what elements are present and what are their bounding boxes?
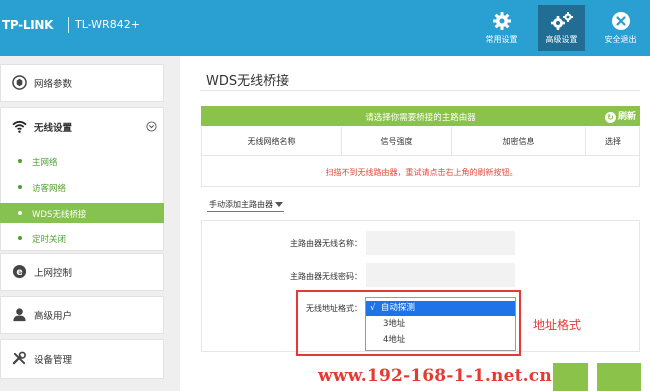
option-label: 自动探测 [380, 303, 415, 313]
address-format-dropdown[interactable]: √ 自动探测 3地址 4地址 [365, 297, 516, 351]
next-button[interactable] [597, 363, 641, 391]
watermark: www.192-168-1-1.net.cn [318, 366, 552, 386]
router-list-header: 请选择你需要桥接的主路由器 ↻ 刷新 [201, 106, 640, 126]
sidebar-item-network[interactable]: 网络参数 [0, 63, 164, 103]
manual-add-underline [207, 211, 284, 212]
sidebar-item-label: 高级用户 [34, 311, 73, 322]
empty-list-message: 扫描不到无线路由器，重试请点击右上角的刷新按钮。 [325, 168, 518, 177]
logout-label: 安全退出 [604, 35, 637, 44]
gears-icon [550, 12, 573, 30]
address-format-label: 无线地址格式： [306, 304, 362, 313]
sidebar-item-device-management[interactable]: 设备管理 [0, 339, 164, 379]
title-divider [200, 90, 640, 91]
back-button[interactable] [553, 363, 588, 391]
select-router-prompt: 请选择你需要桥接的主路由器 [365, 113, 476, 123]
user-icon [13, 308, 26, 322]
subitem-label: WDS无线桥接 [32, 210, 87, 220]
top-header: TP-LINK TL-WR842+ 常用设置 高级设置 安全退出 [0, 0, 650, 56]
logout-button[interactable]: 安全退出 [597, 5, 644, 51]
check-icon: √ [370, 303, 376, 313]
internet-control-icon: e [12, 264, 27, 279]
column-header-select: 选择 [586, 127, 640, 156]
sidebar-item-wireless[interactable]: 无线设置 [0, 107, 164, 147]
subitem-label: 定时关闭 [32, 235, 67, 245]
column-header-signal: 信号强度 [342, 127, 452, 156]
svg-text:e: e [16, 267, 22, 278]
common-settings-label: 常用设置 [485, 35, 518, 44]
address-format-option-4addr[interactable]: 4地址 [366, 333, 515, 348]
advanced-settings-label: 高级设置 [545, 35, 578, 44]
sidebar-item-label: 设备管理 [34, 355, 73, 366]
bullet-icon [18, 185, 22, 189]
sidebar-item-label: 网络参数 [34, 79, 73, 90]
column-header-ssid: 无线网络名称 [202, 127, 342, 156]
subitem-label: 主网络 [32, 158, 58, 168]
address-format-option-auto[interactable]: √ 自动探测 [366, 301, 515, 316]
network-icon [12, 75, 27, 90]
sidebar-subitem-main-network[interactable]: 主网络 [0, 151, 164, 171]
refresh-button[interactable]: ↻ 刷新 [604, 109, 636, 123]
gear-icon [492, 12, 511, 30]
close-icon [611, 12, 630, 30]
sidebar-item-advanced-user[interactable]: 高级用户 [0, 295, 164, 335]
router-list-table: 无线网络名称 信号强度 加密信息 选择 扫描不到无线路由器，重试请点击右上角的刷… [201, 127, 640, 187]
tools-icon [12, 351, 26, 365]
bullet-icon [18, 236, 22, 240]
chevron-down-icon[interactable] [146, 121, 157, 132]
sidebar-item-label: 上网控制 [34, 268, 73, 279]
sidebar-item-internet-control[interactable]: e 上网控制 [0, 252, 164, 292]
model-name: TL-WR842+ [75, 18, 140, 31]
common-settings-button[interactable]: 常用设置 [478, 5, 525, 51]
refresh-label: 刷新 [617, 112, 636, 122]
ssid-label: 主路由器无线名称： [290, 239, 362, 248]
sidebar-subitem-scheduled-off[interactable]: 定时关闭 [0, 228, 164, 248]
password-input[interactable] [366, 263, 515, 287]
column-header-encryption: 加密信息 [452, 127, 586, 156]
bullet-icon [18, 159, 22, 163]
password-label: 主路由器无线密码： [290, 272, 362, 281]
sidebar-subitem-guest-network[interactable]: 访客网络 [0, 177, 164, 197]
ssid-input[interactable] [366, 231, 515, 255]
brand-logo: TP-LINK [2, 18, 54, 32]
subitem-label: 访客网络 [32, 184, 67, 194]
bullet-icon [18, 211, 22, 215]
page-title: WDS无线桥接 [206, 74, 290, 89]
wifi-icon [12, 120, 27, 133]
address-format-option-3addr[interactable]: 3地址 [366, 317, 515, 332]
logo-separator [68, 17, 69, 33]
advanced-settings-button[interactable]: 高级设置 [538, 5, 585, 51]
refresh-icon: ↻ [604, 112, 616, 123]
manual-add-router-link[interactable]: 手动添加主路由器 [209, 199, 273, 210]
sidebar-subitem-wds-bridge[interactable]: WDS无线桥接 [0, 203, 164, 223]
annotation-address-format: 地址格式 [533, 318, 582, 332]
sidebar-item-label: 无线设置 [34, 123, 73, 134]
caret-down-icon[interactable] [275, 202, 283, 207]
